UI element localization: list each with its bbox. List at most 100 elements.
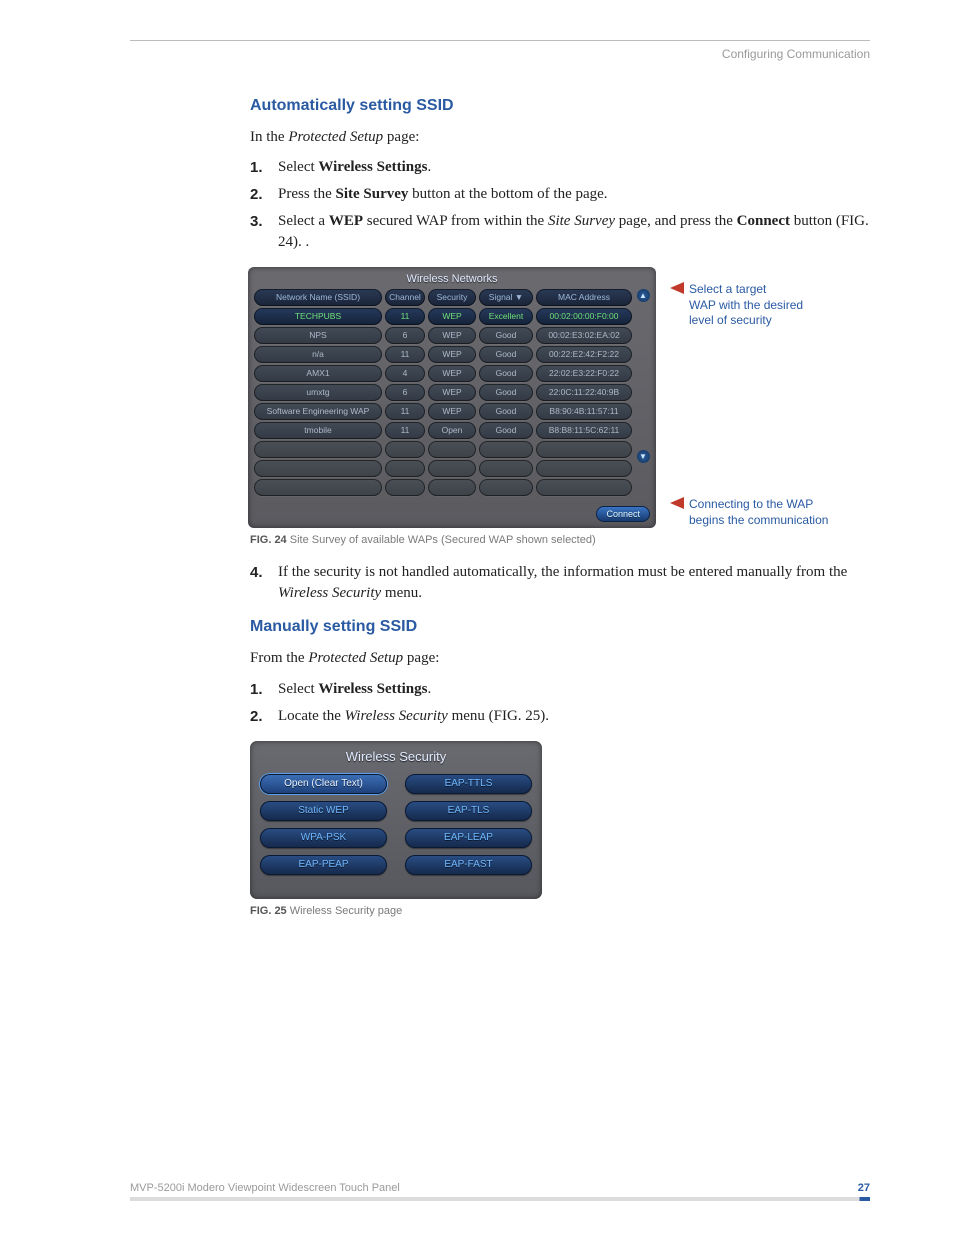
cell-c1: TECHPUBS — [254, 308, 382, 325]
step-number: 1. — [250, 679, 278, 700]
table-row[interactable]: AMX14WEPGood22:02:E3:22:F0:22 — [254, 365, 632, 382]
step-number: 2. — [250, 706, 278, 727]
cell-c2: 6 — [385, 384, 425, 401]
table-row[interactable]: Software Engineering WAP11WEPGoodB8:90:4… — [254, 403, 632, 420]
text-bold: WEP — [329, 213, 363, 229]
text: Select — [278, 681, 318, 697]
table-header: Network Name (SSID) Channel Security Sig… — [254, 289, 632, 306]
cell-c4: Good — [479, 346, 533, 363]
cell-c3: WEP — [428, 308, 476, 325]
cell-c2: 4 — [385, 365, 425, 382]
security-option-button[interactable]: Open (Clear Text) — [260, 774, 387, 794]
heading-auto-ssid: Automatically setting SSID — [250, 97, 870, 115]
callout-text: WAP with the desired — [689, 298, 803, 314]
list-item: 4. If the security is not handled automa… — [250, 562, 870, 604]
cell-c2: 11 — [385, 403, 425, 420]
step-body: Select Wireless Settings. — [278, 157, 870, 178]
text: Locate the — [278, 708, 345, 724]
cell-c1: tmobile — [254, 422, 382, 439]
panel-title: Wireless Security — [260, 749, 532, 764]
step-number: 1. — [250, 157, 278, 178]
steps-2: 1. Select Wireless Settings. 2. Locate t… — [250, 679, 870, 727]
text: menu (FIG. 25). — [448, 708, 549, 724]
step-body: Select a WEP secured WAP from within the… — [278, 211, 870, 253]
callout-text: Select a target — [689, 282, 803, 298]
list-item: 3. Select a WEP secured WAP from within … — [250, 211, 870, 253]
text-em: Protected Setup — [308, 650, 403, 666]
step-body: Select Wireless Settings. — [278, 679, 870, 700]
scroll-up-icon[interactable]: ▲ — [637, 289, 650, 302]
panel-title: Wireless Networks — [254, 273, 650, 285]
table-row-empty — [254, 441, 632, 458]
step-number: 4. — [250, 562, 278, 604]
table-row[interactable]: umxtg6WEPGood22:0C:11:22:40:9B — [254, 384, 632, 401]
wireless-networks-panel: Wireless Networks Network Name (SSID) Ch… — [248, 267, 656, 528]
security-option-button[interactable]: EAP-PEAP — [260, 855, 387, 875]
cell-c4: Excellent — [479, 308, 533, 325]
figure-24: Wireless Networks Network Name (SSID) Ch… — [248, 267, 870, 528]
caption-text: Site Survey of available WAPs (Secured W… — [287, 534, 596, 546]
scroll-down-icon[interactable]: ▼ — [637, 450, 650, 463]
table-row[interactable]: TECHPUBS11WEPExcellent00:02:00:00:F0:00 — [254, 308, 632, 325]
text: menu. — [381, 585, 422, 601]
text: From the — [250, 650, 308, 666]
text: Select — [278, 159, 318, 175]
cell-c2: 11 — [385, 346, 425, 363]
text-em: Wireless Security — [345, 708, 448, 724]
cell-c4: Good — [479, 403, 533, 420]
cell-c4: Good — [479, 365, 533, 382]
table-row[interactable]: n/a11WEPGood00:22:E2:42:F2:22 — [254, 346, 632, 363]
col-signal[interactable]: Signal ▼ — [479, 289, 533, 306]
text: page, and press the — [615, 213, 737, 229]
cell-c5: 22:0C:11:22:40:9B — [536, 384, 632, 401]
text: page: — [403, 650, 439, 666]
page-footer: MVP-5200i Modero Viewpoint Widescreen To… — [130, 1182, 870, 1201]
text: button at the bottom of the page. — [408, 186, 607, 202]
cell-c5: 22:02:E3:22:F0:22 — [536, 365, 632, 382]
arrow-left-icon — [670, 282, 684, 294]
security-option-button[interactable]: EAP-LEAP — [405, 828, 532, 848]
text-em: Wireless Security — [278, 585, 381, 601]
cell-c5: 00:02:00:00:F0:00 — [536, 308, 632, 325]
cell-c1: Software Engineering WAP — [254, 403, 382, 420]
intro-2: From the Protected Setup page: — [250, 648, 870, 668]
cell-c2: 11 — [385, 308, 425, 325]
heading-manual-ssid: Manually setting SSID — [250, 618, 870, 636]
cell-c4: Good — [479, 327, 533, 344]
connect-button[interactable]: Connect — [596, 506, 650, 522]
text: In the — [250, 129, 288, 145]
col-ssid[interactable]: Network Name (SSID) — [254, 289, 382, 306]
list-item: 2. Press the Site Survey button at the b… — [250, 184, 870, 205]
table-row-empty — [254, 479, 632, 496]
col-mac[interactable]: MAC Address — [536, 289, 632, 306]
text: Press the — [278, 186, 336, 202]
wireless-security-panel: Wireless Security Open (Clear Text) EAP-T… — [250, 741, 542, 899]
step-body: If the security is not handled automatic… — [278, 562, 870, 604]
list-item: 1. Select Wireless Settings. — [250, 679, 870, 700]
security-option-button[interactable]: WPA-PSK — [260, 828, 387, 848]
text: . — [427, 159, 431, 175]
cell-c4: Good — [479, 422, 533, 439]
callout-text: level of security — [689, 313, 803, 329]
cell-c5: B8:90:4B:11:57:11 — [536, 403, 632, 420]
security-option-button[interactable]: Static WEP — [260, 801, 387, 821]
steps-1: 1. Select Wireless Settings. 2. Press th… — [250, 157, 870, 253]
col-channel[interactable]: Channel — [385, 289, 425, 306]
text-em: Protected Setup — [288, 129, 383, 145]
cell-c3: Open — [428, 422, 476, 439]
text-em: Site Survey — [548, 213, 615, 229]
table-row[interactable]: NPS6WEPGood00:02:E3:02:EA:02 — [254, 327, 632, 344]
callout-text: Connecting to the WAP — [689, 497, 828, 513]
text: Select a — [278, 213, 329, 229]
callout-text: begins the communication — [689, 513, 828, 529]
security-option-button[interactable]: EAP-TTLS — [405, 774, 532, 794]
arrow-left-icon — [670, 497, 684, 509]
col-security[interactable]: Security — [428, 289, 476, 306]
security-option-button[interactable]: EAP-FAST — [405, 855, 532, 875]
table-row[interactable]: tmobile11OpenGoodB8:B8:11:5C:62:11 — [254, 422, 632, 439]
footer-product: MVP-5200i Modero Viewpoint Widescreen To… — [130, 1182, 400, 1194]
text: secured WAP from within the — [363, 213, 548, 229]
security-option-button[interactable]: EAP-TLS — [405, 801, 532, 821]
cell-c1: NPS — [254, 327, 382, 344]
cell-c4: Good — [479, 384, 533, 401]
